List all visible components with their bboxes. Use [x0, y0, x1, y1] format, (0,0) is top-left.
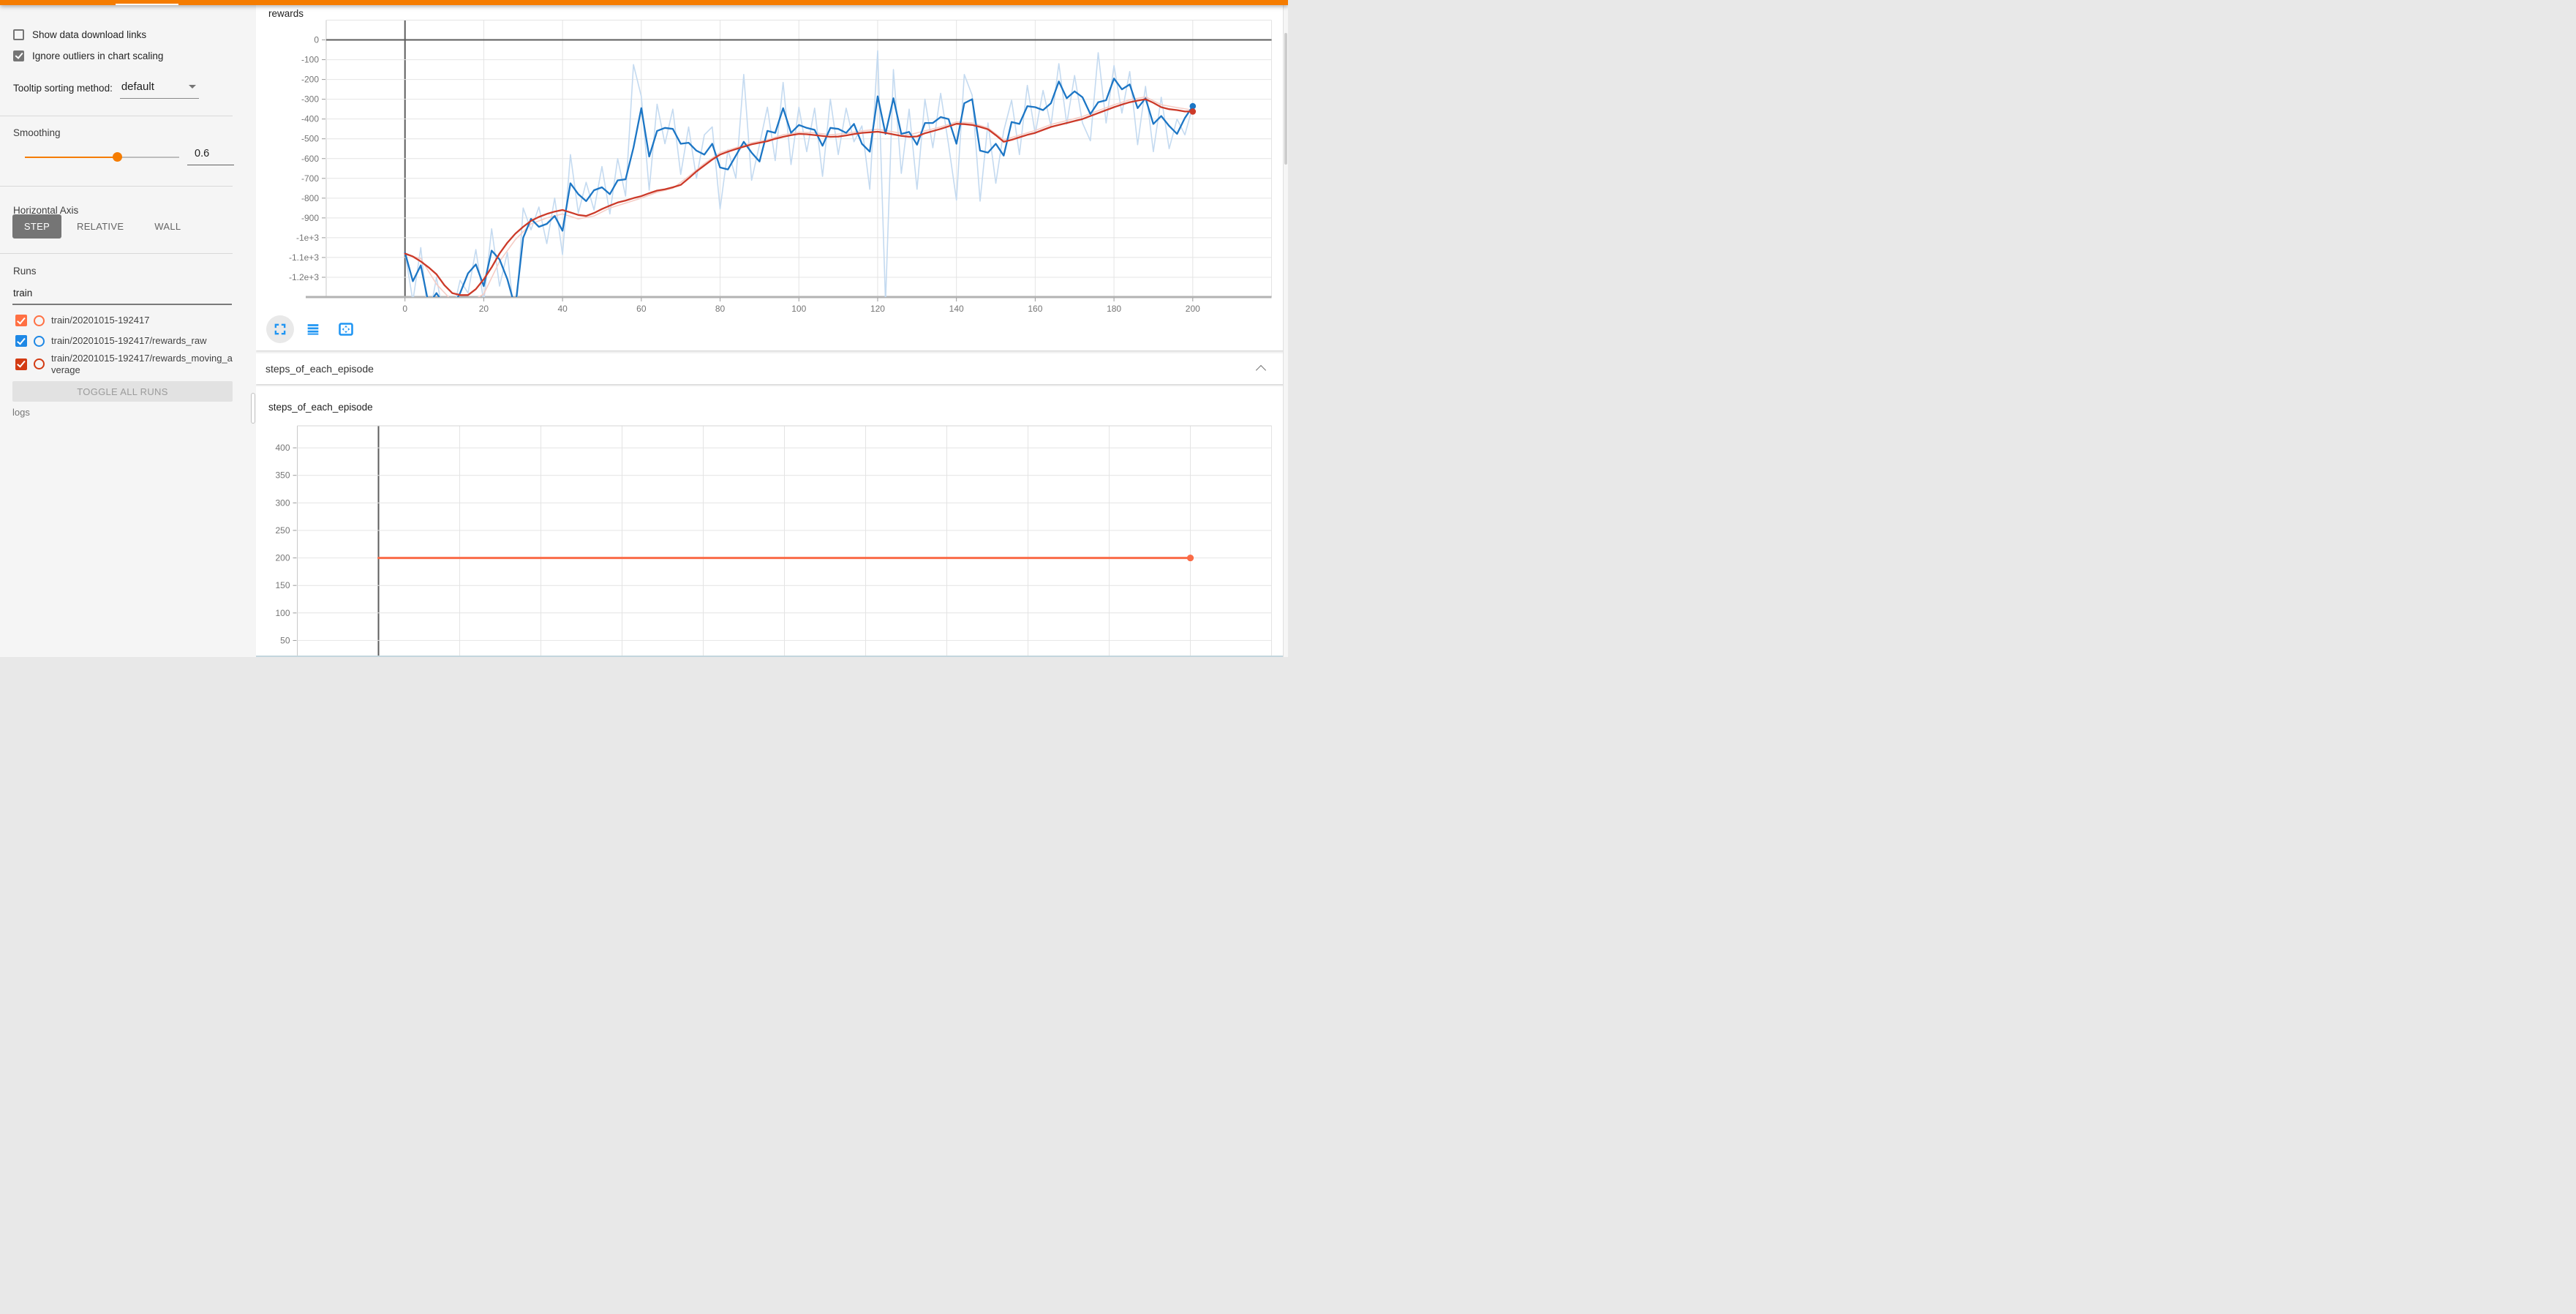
- run-label: train/20201015-192417/rewards_moving_ave…: [51, 353, 235, 375]
- run-checkbox[interactable]: [15, 315, 27, 326]
- smoothing-value-field[interactable]: 0.6: [187, 148, 234, 165]
- tooltip-sorting-select[interactable]: default: [120, 80, 199, 99]
- sidebar-divider: [0, 186, 233, 187]
- run-row-rewards-moving-average[interactable]: train/20201015-192417/rewards_moving_ave…: [15, 353, 235, 375]
- logs-path-label: logs: [12, 407, 30, 418]
- chevron-down-icon: [189, 85, 196, 89]
- run-checkbox[interactable]: [15, 358, 27, 370]
- sidebar-scrollbar[interactable]: [251, 393, 255, 424]
- horizontal-axis-buttons: STEP RELATIVE WALL: [12, 214, 196, 239]
- series-end-dot[interactable]: [1187, 555, 1194, 561]
- tooltip-sorting-label: Tooltip sorting method:: [13, 80, 113, 94]
- ignore-outliers-row[interactable]: Ignore outliers in chart scaling: [13, 49, 163, 62]
- y-axis-tick-label: 400: [275, 443, 290, 453]
- y-axis-tick-label: 350: [275, 470, 290, 481]
- page-scrollbar-thumb[interactable]: [1284, 33, 1288, 165]
- sidebar-divider: [0, 253, 233, 254]
- axis-wall-button[interactable]: WALL: [139, 214, 196, 239]
- run-checkbox[interactable]: [15, 335, 27, 347]
- run-color-circle[interactable]: [34, 358, 45, 369]
- run-row-rewards-raw[interactable]: train/20201015-192417/rewards_raw: [15, 335, 206, 347]
- app-header-bar: [0, 0, 1288, 5]
- y-axis-tick-label: 300: [275, 498, 290, 508]
- settings-sidebar: Show data download links Ignore outliers…: [0, 5, 256, 657]
- y-axis-tick-label: 250: [275, 525, 290, 536]
- runs-heading: Runs: [13, 266, 37, 277]
- y-axis-tick-label: 100: [275, 608, 290, 618]
- y-axis-tick-label: 150: [275, 580, 290, 590]
- axis-step-button[interactable]: STEP: [12, 214, 61, 239]
- tooltip-sorting-row: Tooltip sorting method: default: [13, 80, 199, 99]
- run-label: train/20201015-192417: [51, 315, 149, 326]
- run-label: train/20201015-192417/rewards_raw: [51, 335, 206, 347]
- runs-filter-input[interactable]: [13, 288, 225, 299]
- show-download-links-checkbox[interactable]: [13, 29, 24, 40]
- run-color-circle[interactable]: [34, 315, 45, 326]
- toggle-all-runs-button[interactable]: TOGGLE ALL RUNS: [12, 381, 233, 402]
- axis-relative-button[interactable]: RELATIVE: [61, 214, 139, 239]
- smoothing-slider-thumb[interactable]: [113, 152, 122, 162]
- show-download-links-label: Show data download links: [32, 29, 146, 40]
- smoothing-heading: Smoothing: [13, 127, 61, 138]
- smoothing-slider[interactable]: [25, 157, 179, 158]
- bottom-edge-strip: [256, 656, 1284, 657]
- page-scrollbar[interactable]: [1283, 5, 1288, 657]
- ignore-outliers-label: Ignore outliers in chart scaling: [32, 50, 163, 61]
- tooltip-sorting-value: default: [121, 80, 154, 93]
- tensorboard-scalars-page: Show data download links Ignore outliers…: [0, 0, 1288, 657]
- show-download-links-row[interactable]: Show data download links: [13, 28, 146, 41]
- run-row-train[interactable]: train/20201015-192417: [15, 315, 149, 326]
- run-color-circle[interactable]: [34, 336, 45, 347]
- smoothing-slider-track: [25, 157, 118, 158]
- active-tab-indicator: [116, 4, 178, 6]
- y-axis-tick-label: 200: [275, 553, 290, 563]
- y-axis-tick-label: 50: [280, 635, 290, 645]
- runs-filter-underline: [12, 304, 232, 305]
- ignore-outliers-checkbox[interactable]: [13, 50, 24, 61]
